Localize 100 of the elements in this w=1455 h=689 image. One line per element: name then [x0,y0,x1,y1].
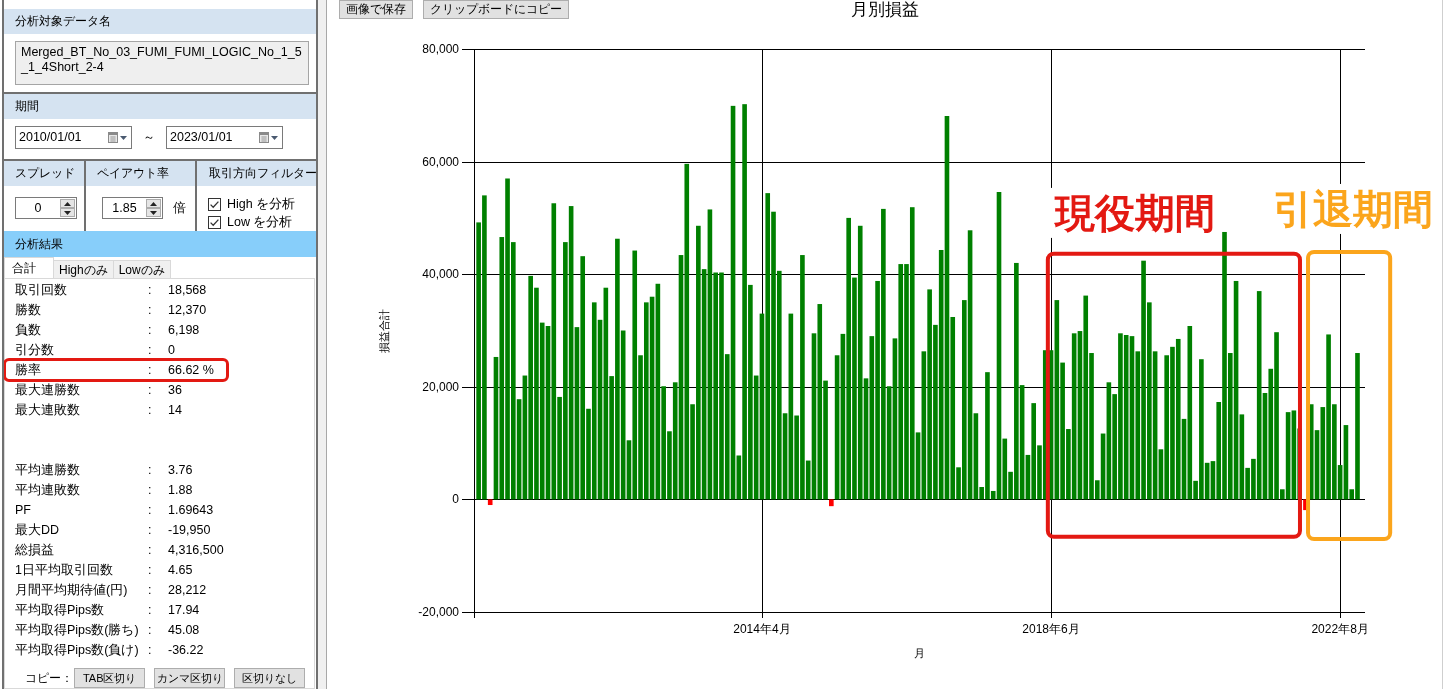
stat-separator: : [148,342,152,358]
y-tick-label: 20,000 [422,379,459,394]
stat-value: 1.88 [168,482,193,498]
y-axis-title: 損益合計 [378,308,390,353]
stat-separator: : [148,302,152,318]
x-tick-label: 2014年4月 [733,622,791,636]
calendar-icon [108,132,118,143]
checkbox-label: High を分析 [227,196,296,212]
stat-label: 平均取得Pips数(負け) [15,642,139,658]
dropdown-caret-icon [271,135,278,140]
stat-value: 66.62 % [168,362,214,378]
stat-label: 月間平均期待値(円) [15,582,128,598]
stat-separator: : [148,622,152,638]
stat-value: -36.22 [168,642,204,658]
stat-value: 0 [168,342,175,358]
up-triangle-icon [150,201,157,206]
spin-down-button[interactable] [60,208,75,217]
annotation-label: 引退期間 [1273,186,1434,231]
save-image-button[interactable]: 画像で保存 [339,0,413,19]
stat-separator: : [148,322,152,338]
stat-value: 14 [168,402,182,418]
y-tick-label: 60,000 [422,154,459,169]
down-triangle-icon [150,210,157,215]
stat-value: -19,950 [168,522,211,538]
bar [829,499,834,507]
range-separator: ～ [143,130,155,145]
checkbox-label: Low を分析 [227,214,293,230]
stat-label: 最大連勝数 [15,382,80,398]
date-picker[interactable]: 2010/01/01 [15,126,132,149]
section-header: 取引方向フィルター [197,161,316,186]
copy-label: コピー： [25,670,74,687]
stat-label: 引分数 [15,342,54,358]
x-tick-label: 2022年8月 [1311,622,1369,636]
stat-label: 平均連敗数 [15,482,80,498]
bar [487,499,493,506]
stat-value: 1.69643 [168,502,214,518]
section-header: 分析対象データ名 [4,9,316,34]
dropdown-caret-icon [120,135,127,140]
unit-label: 倍 [173,200,186,217]
copy-button[interactable]: カンマ区切り [154,668,226,688]
spin-up-button[interactable] [60,199,75,208]
stat-value: 12,370 [168,302,207,318]
tab[interactable]: Lowのみ [112,260,171,278]
stat-separator: : [148,462,152,478]
copy-button[interactable]: TAB区切り [74,668,146,688]
stat-label: 勝率 [15,362,41,378]
checkbox[interactable] [208,215,221,229]
stat-value: 17.94 [168,602,200,618]
calendar-icon [259,132,269,143]
down-triangle-icon [64,210,71,215]
chart-title: 月別損益 [850,0,919,19]
stat-separator: : [148,282,152,298]
stat-label: 最大連敗数 [15,402,80,418]
stat-label: 総損益 [15,542,54,558]
x-axis-title: 月 [914,647,925,659]
stat-value: 45.08 [168,622,200,638]
stat-label: PF [15,502,31,518]
copy-button[interactable]: 区切りなし [234,668,305,688]
stat-separator: : [148,402,152,418]
stat-separator: : [148,582,152,598]
stat-separator: : [148,642,152,658]
stat-value: 6,198 [168,322,200,338]
section-header: スプレッド [4,161,84,186]
tab[interactable]: 合計 [4,257,54,278]
number-spinner[interactable]: 0 [15,197,77,219]
stat-label: 負数 [15,322,41,338]
stat-separator: : [148,542,152,558]
stat-separator: : [148,602,152,618]
stat-value: 36 [168,382,182,398]
stat-label: 平均取得Pips数 [15,602,105,618]
stat-separator: : [148,502,152,518]
y-tick-label: 40,000 [422,267,459,282]
stat-label: 取引回数 [15,282,67,298]
checkbox[interactable] [208,197,221,211]
data-name-field[interactable]: Merged_BT_No_03_FUMI_FUMI_LOGIC_No_1_5_1_4Short_2-4 [15,41,309,85]
stat-separator: : [148,562,152,578]
date-picker[interactable]: 2023/01/01 [166,126,283,149]
stat-label: 1日平均取引回数 [15,562,113,578]
up-triangle-icon [64,201,71,206]
tab[interactable]: Highのみ [53,260,114,278]
stat-separator: : [148,482,152,498]
number-spinner[interactable]: 1.85 [102,197,163,219]
stat-label: 勝数 [15,302,41,318]
section-header: 期間 [4,94,316,119]
stat-separator: : [148,362,152,378]
stat-label: 最大DD [15,522,60,538]
spin-up-button[interactable] [146,199,161,208]
annotation-label: 現役期間 [1055,190,1216,235]
section-header: ペイアウト率 [86,161,195,186]
spin-down-button[interactable] [146,208,161,217]
stat-value: 4.65 [168,562,193,578]
stat-separator: : [148,522,152,538]
stat-value: 28,212 [168,582,207,598]
copy-to-clipboard-button[interactable]: クリップボードにコピー [423,0,569,19]
stat-label: 平均連勝数 [15,462,80,478]
stat-label: 平均取得Pips数(勝ち) [15,622,139,638]
y-tick-label: 0 [452,492,459,507]
stat-value: 3.76 [168,462,193,478]
stat-value: 4,316,500 [168,542,224,558]
y-tick-label: -20,000 [418,605,459,619]
